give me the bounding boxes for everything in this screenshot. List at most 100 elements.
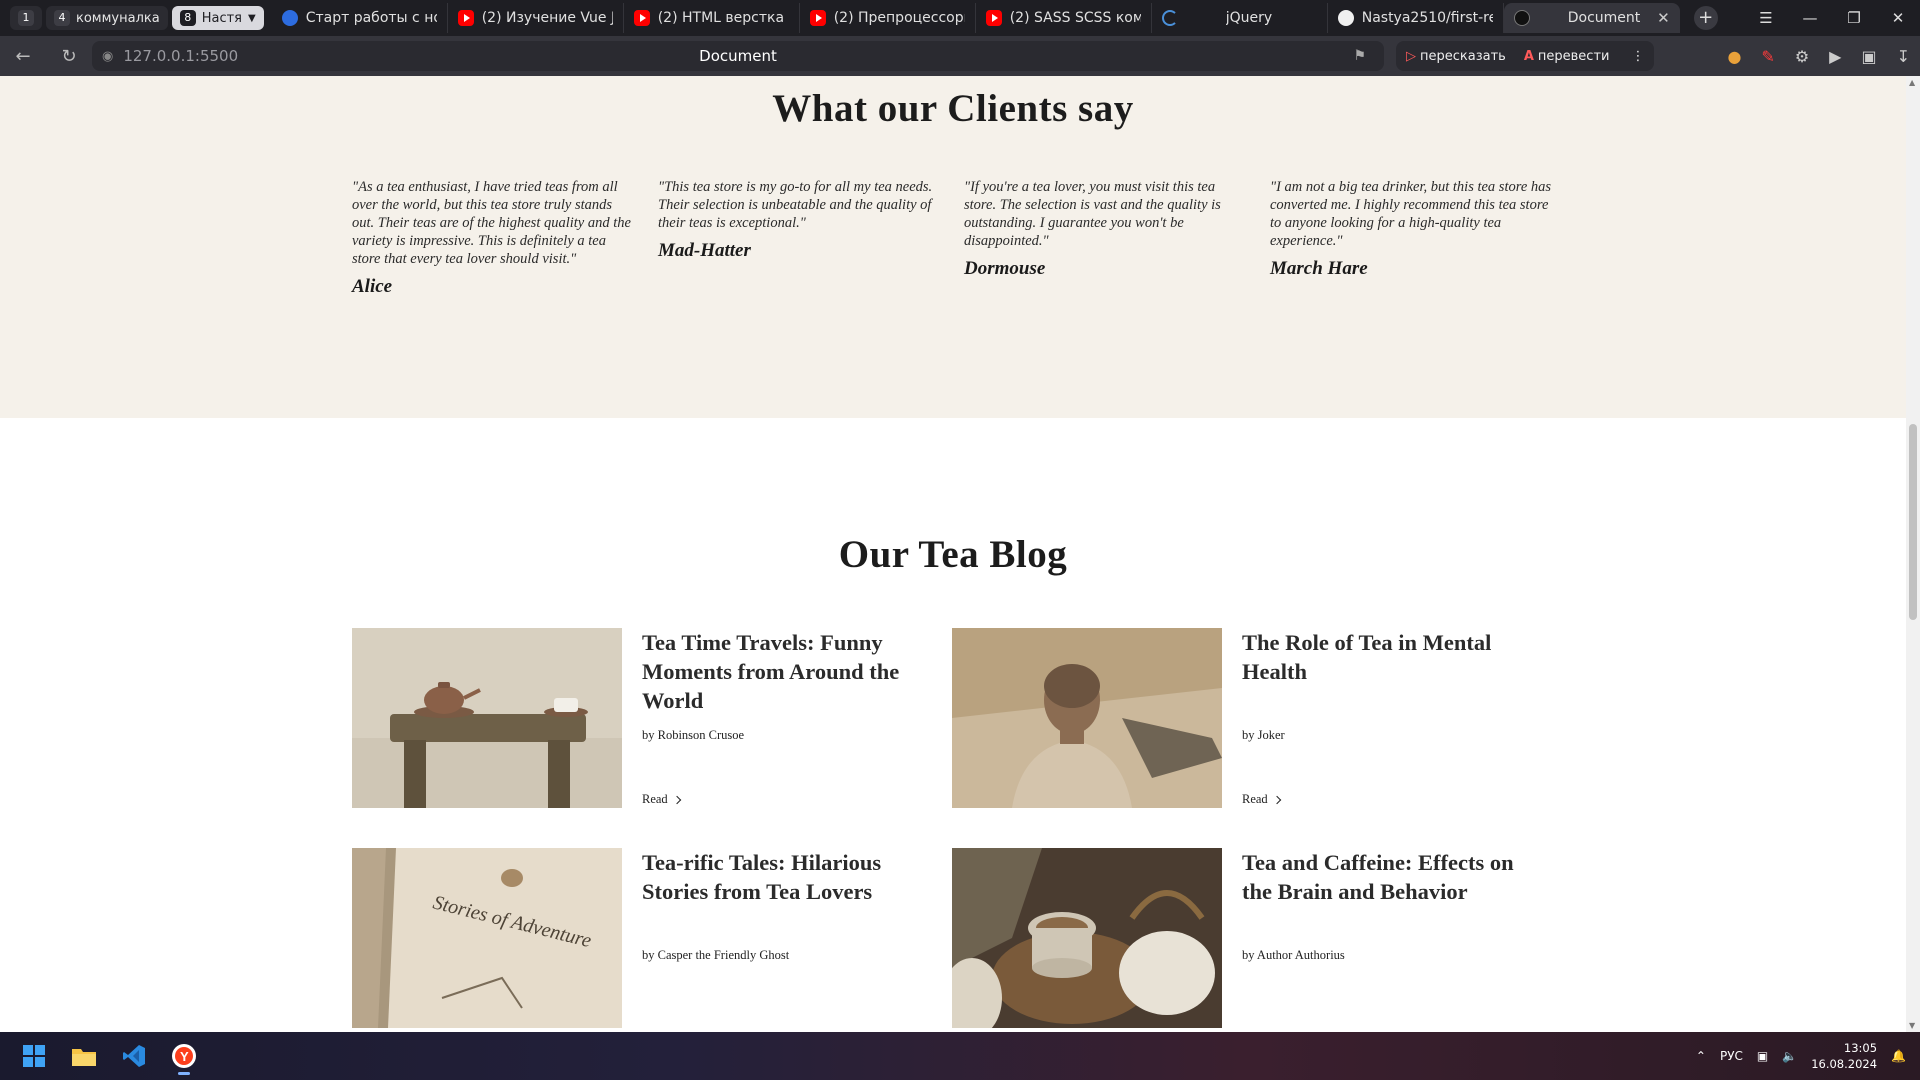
restore-icon[interactable]: ❐ bbox=[1832, 0, 1876, 36]
new-tab-button[interactable]: + bbox=[1693, 6, 1718, 30]
yandex-browser-button[interactable]: Y bbox=[164, 1036, 204, 1076]
tab-group-kommunalka[interactable]: 4 коммуналка bbox=[46, 6, 168, 30]
page-title: Document bbox=[699, 47, 777, 65]
vscode-icon bbox=[123, 1045, 145, 1067]
youtube-icon bbox=[809, 10, 826, 26]
tab-group-label: коммуналка bbox=[76, 10, 160, 26]
translate-icon: A bbox=[1523, 48, 1534, 64]
scrollbar-thumb[interactable] bbox=[1909, 424, 1917, 620]
retell-button[interactable]: пересказать bbox=[1420, 49, 1506, 64]
blog-card: Tea Time Travels: Funny Moments from Aro… bbox=[352, 628, 942, 808]
scroll-down-icon[interactable]: ▼ bbox=[1909, 1021, 1915, 1030]
close-window-icon[interactable]: ✕ bbox=[1876, 0, 1920, 36]
tab-group-count: 8 bbox=[179, 10, 196, 26]
youtube-icon bbox=[985, 10, 1002, 26]
blog-post-author: by Author Authorius bbox=[1242, 948, 1345, 962]
blog-post-title[interactable]: Tea and Caffeine: Effects on the Brain a… bbox=[1242, 848, 1542, 906]
testimonial-card: "If you're a tea lover, you must visit t… bbox=[964, 178, 1246, 280]
tab-document[interactable]: Document ✕ bbox=[1503, 3, 1680, 33]
tab-title: (2) HTML верстка сай bbox=[657, 10, 789, 26]
read-label: Read bbox=[1242, 792, 1268, 806]
blog-section: Our Tea Blog Tea Time Travels: Funny Mom… bbox=[0, 418, 1906, 1032]
testimonial-quote: "As a tea enthusiast, I have tried teas … bbox=[352, 179, 631, 267]
man-on-beach-photo[interactable] bbox=[952, 628, 1222, 808]
network-icon[interactable]: ▣ bbox=[1757, 1049, 1768, 1063]
testimonial-author: Mad-Hatter bbox=[658, 240, 751, 261]
blog-card: The Role of Tea in Mental Health by Joke… bbox=[952, 628, 1542, 808]
tab-group-1[interactable]: 1 bbox=[10, 6, 42, 30]
chevron-right-icon bbox=[1272, 795, 1281, 804]
tab-group-nastya[interactable]: 8 Настя ▼ bbox=[171, 6, 264, 30]
yandex-browser-icon: Y bbox=[172, 1044, 196, 1068]
blog-post-title[interactable]: Tea-rific Tales: Hilarious Stories from … bbox=[642, 848, 942, 906]
file-explorer-button[interactable] bbox=[64, 1036, 104, 1076]
profile-icon[interactable]: ● bbox=[1727, 47, 1741, 66]
tab-title: (2) Препроцессоры S bbox=[833, 10, 965, 26]
notification-bell-icon[interactable]: 🔔 bbox=[1891, 1049, 1906, 1063]
more-icon[interactable]: ⋮ bbox=[1631, 49, 1644, 64]
site-info-icon[interactable]: ◉ bbox=[102, 49, 113, 64]
back-arrow-icon[interactable]: ← bbox=[6, 46, 40, 67]
vscode-button[interactable] bbox=[114, 1036, 154, 1076]
read-more-link[interactable]: Read bbox=[1242, 792, 1281, 807]
tab-html[interactable]: (2) HTML верстка сай bbox=[624, 3, 800, 33]
volume-icon[interactable]: 🔈 bbox=[1782, 1049, 1797, 1063]
blog-card-body: The Role of Tea in Mental Health by Joke… bbox=[1242, 628, 1542, 808]
browser-tab-bar: 1 4 коммуналка 8 Настя ▼ Старт работы с … bbox=[0, 0, 1920, 36]
tab-sass[interactable]: (2) SASS SCSS компи bbox=[976, 3, 1152, 33]
teapot-on-stool-photo[interactable] bbox=[352, 628, 622, 808]
minimize-icon[interactable]: — bbox=[1788, 0, 1832, 36]
blog-title: Our Tea Blog bbox=[838, 533, 1068, 576]
window-controls: ☰ — ❐ ✕ bbox=[1744, 0, 1920, 36]
media-icon[interactable]: ▶ bbox=[1829, 47, 1841, 66]
extensions-icon[interactable]: ⚙ bbox=[1795, 47, 1809, 66]
collections-icon[interactable]: ▣ bbox=[1861, 47, 1876, 66]
tab-group-count: 1 bbox=[18, 10, 34, 26]
blog-post-title[interactable]: The Role of Tea in Mental Health bbox=[1242, 628, 1542, 686]
clock[interactable]: 13:05 16.08.2024 bbox=[1811, 1040, 1877, 1072]
testimonial-card: "I am not a big tea drinker, but this te… bbox=[1270, 178, 1552, 280]
tab-preprocessors[interactable]: (2) Препроцессоры S bbox=[800, 3, 976, 33]
language-indicator[interactable]: РУС bbox=[1720, 1049, 1743, 1063]
tab-title: Nastya2510/first-reac bbox=[1361, 10, 1493, 26]
system-tray: ⌃ РУС ▣ 🔈 13:05 16.08.2024 🔔 bbox=[1696, 1032, 1906, 1080]
toolbar-icons: ● ✎ ⚙ ▶ ▣ ↧ bbox=[1727, 36, 1910, 76]
jquery-icon bbox=[1161, 10, 1178, 26]
testimonial-author: Alice bbox=[352, 276, 393, 297]
url-text: 127.0.0.1:5500 bbox=[123, 47, 239, 65]
start-button[interactable] bbox=[14, 1036, 54, 1076]
url-field[interactable]: ◉ 127.0.0.1:5500 Document ⚑ bbox=[92, 41, 1384, 71]
download-icon[interactable]: ↧ bbox=[1897, 47, 1910, 66]
bookmark-icon[interactable]: ⚑ bbox=[1353, 48, 1366, 64]
testimonial-card: "This tea store is my go-to for all my t… bbox=[658, 178, 940, 262]
extension-panel: ▷ пересказать A перевести ⋮ bbox=[1396, 41, 1655, 71]
testimonial-quote: "If you're a tea lover, you must visit t… bbox=[964, 179, 1221, 249]
menu-icon[interactable]: ☰ bbox=[1744, 0, 1788, 36]
teacup-and-teapot-photo[interactable] bbox=[952, 848, 1222, 1028]
tab-github[interactable]: Nastya2510/first-reac bbox=[1328, 3, 1504, 33]
windows-logo-icon bbox=[23, 1045, 45, 1067]
tab-vue[interactable]: (2) Изучение Vue JS с bbox=[448, 3, 624, 33]
pen-icon[interactable]: ✎ bbox=[1761, 47, 1774, 66]
testimonial-author: March Hare bbox=[1270, 258, 1368, 279]
read-more-link[interactable]: Read bbox=[642, 792, 681, 807]
tab-jquery[interactable]: jQuery bbox=[1152, 3, 1328, 33]
book-stories-of-adventure-photo[interactable]: Stories of Adventure bbox=[352, 848, 622, 1028]
chevron-up-icon[interactable]: ⌃ bbox=[1696, 1049, 1706, 1063]
blog-card-body: Tea-rific Tales: Hilarious Stories from … bbox=[642, 848, 942, 1028]
page-scrollbar[interactable]: ▲ ▼ bbox=[1906, 76, 1920, 1032]
tab-group-label: Настя bbox=[201, 10, 243, 26]
folder-icon bbox=[72, 1049, 96, 1066]
tab-title: jQuery bbox=[1225, 10, 1273, 26]
chevron-down-icon: ▼ bbox=[248, 12, 256, 24]
blog-post-author: by Robinson Crusoe bbox=[642, 728, 745, 742]
close-icon[interactable]: ✕ bbox=[1657, 9, 1670, 27]
scroll-up-icon[interactable]: ▲ bbox=[1909, 78, 1915, 87]
blog-post-title[interactable]: Tea Time Travels: Funny Moments from Aro… bbox=[642, 628, 942, 715]
tab-start[interactable]: Старт работы с новым bbox=[272, 3, 448, 33]
blog-card-body: Tea and Caffeine: Effects on the Brain a… bbox=[1242, 848, 1542, 1028]
testimonial-card: "As a tea enthusiast, I have tried teas … bbox=[352, 178, 634, 298]
tab-groups: 1 4 коммуналка 8 Настя ▼ bbox=[0, 6, 264, 30]
reload-icon[interactable]: ↻ bbox=[52, 46, 86, 67]
translate-button[interactable]: перевести bbox=[1538, 49, 1610, 64]
